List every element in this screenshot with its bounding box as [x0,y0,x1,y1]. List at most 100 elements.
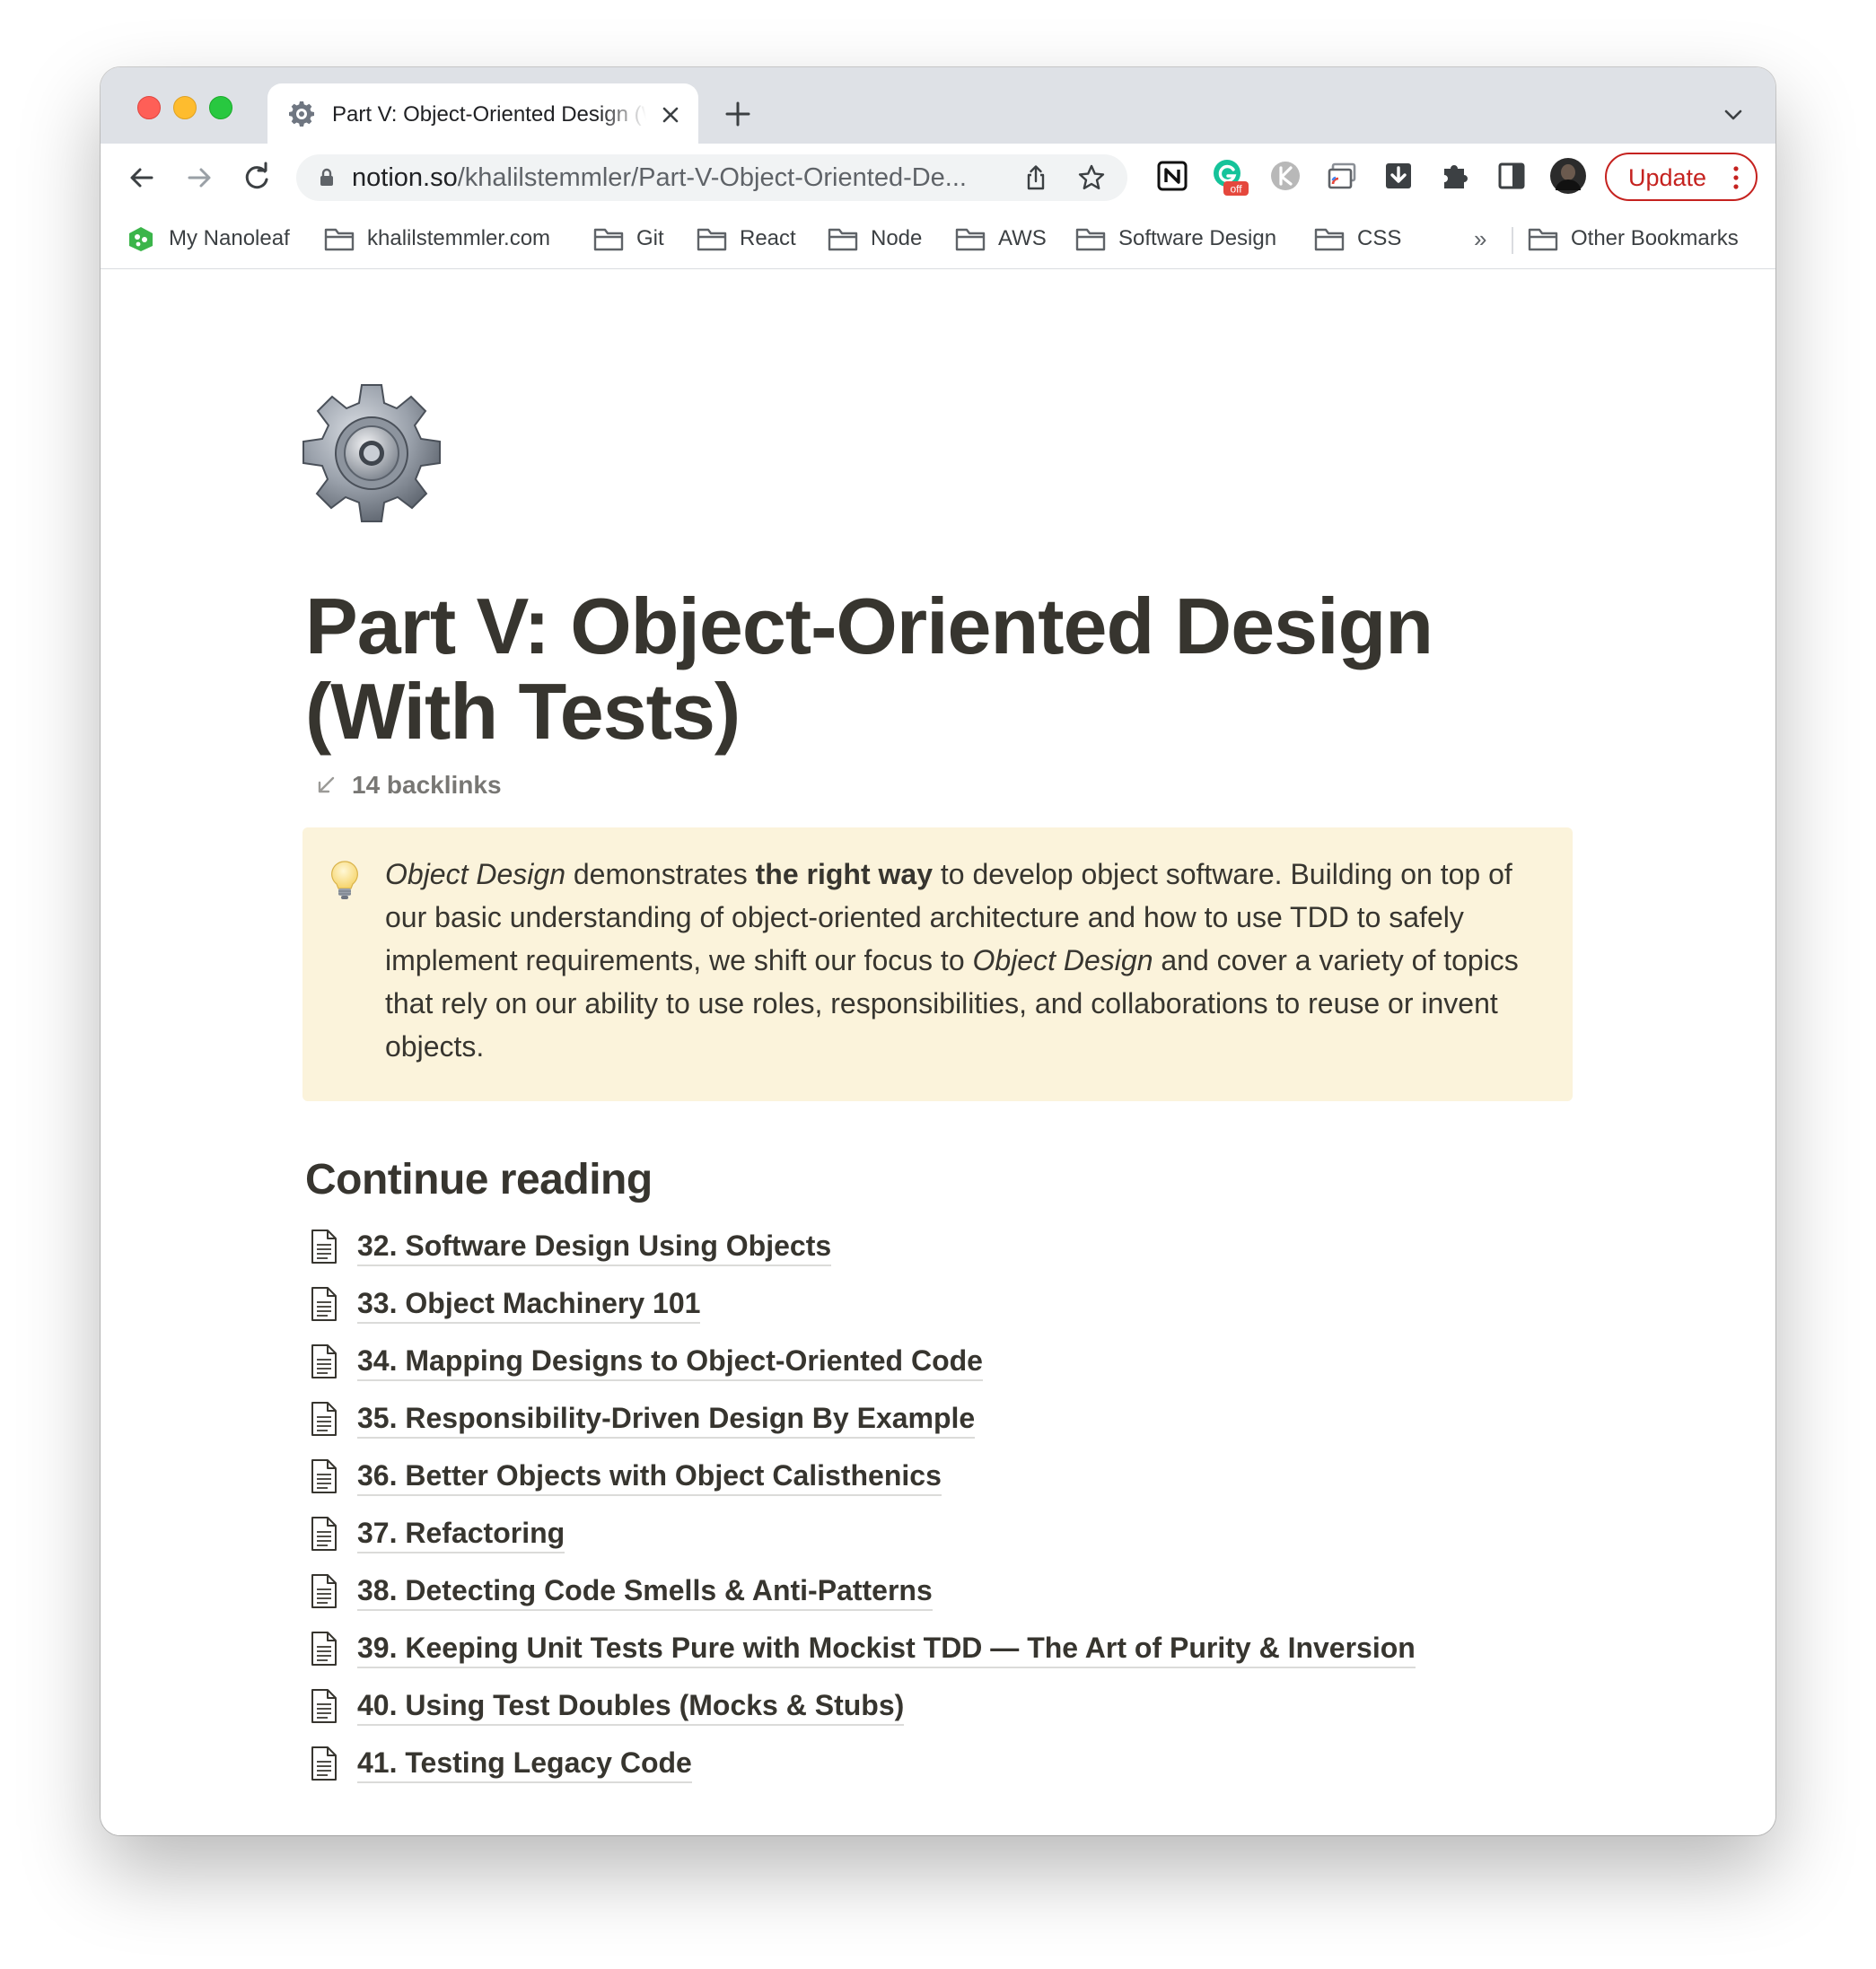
page-link-label: 39. Keeping Unit Tests Pure with Mockist… [357,1630,1416,1668]
page-icon [311,1344,337,1378]
bookmark-label: Node [871,226,923,250]
chevron-down-icon[interactable] [1720,101,1747,128]
sidepanel-icon[interactable] [1492,156,1531,196]
page-link-label: 41. Testing Legacy Code [357,1745,692,1783]
page-link[interactable]: 35. Responsibility-Driven Design By Exam… [309,1390,1655,1448]
page-link[interactable]: 37. Refactoring [309,1505,1655,1562]
page-icon [311,1574,337,1608]
bookmark-folder[interactable]: React [697,223,796,254]
address-bar[interactable]: notion.so/khalilstemmler/Part-V-Object-O… [296,154,1127,201]
forward-arrow-icon[interactable] [181,160,217,196]
bookmark-label: AWS [998,226,1047,250]
arrow-down-left-icon [318,776,335,793]
puzzle-icon[interactable] [1435,156,1475,196]
close-window-button[interactable] [137,96,161,119]
bookmark-folder[interactable]: AWS [955,223,1047,254]
page-icon [311,1689,337,1723]
url-domain: notion.so [352,163,458,192]
folder-icon [1075,228,1106,251]
other-bookmarks-folder[interactable]: Other Bookmarks [1528,223,1739,254]
notion-icon[interactable] [1153,156,1192,196]
update-label: Update [1628,164,1707,191]
grammarly-badge: off [1230,183,1242,196]
page-link[interactable]: 41. Testing Legacy Code [309,1735,1655,1792]
page-link-label: 40. Using Test Doubles (Mocks & Stubs) [357,1687,905,1726]
bookmarks-bar: My Nanoleaf khalilstemmler.com Git React… [101,211,1775,269]
minimize-window-button[interactable] [173,96,197,119]
bookmark-folder[interactable]: CSS [1314,223,1401,254]
bookmark-folder[interactable]: khalilstemmler.com [324,223,550,254]
update-button[interactable]: Update [1605,153,1758,201]
folder-icon [1528,228,1558,251]
new-tab-icon[interactable] [722,98,754,130]
bookmark-label: React [740,226,796,250]
folder-icon [697,228,727,251]
page-icon [311,1287,337,1321]
cast-icon[interactable] [1322,156,1362,196]
profile-avatar[interactable] [1548,156,1588,196]
page-link[interactable]: 32. Software Design Using Objects [309,1218,1655,1275]
grammarly-icon[interactable]: off [1209,156,1249,196]
page-link-label: 38. Detecting Code Smells & Anti-Pattern… [357,1572,933,1611]
bookmarks-divider [1512,227,1513,254]
page-link[interactable]: 39. Keeping Unit Tests Pure with Mockist… [309,1620,1655,1677]
lock-icon[interactable] [316,167,338,188]
page-title[interactable]: Part V: Object-Oriented Design (With Tes… [305,583,1607,754]
backlinks-button[interactable]: 14 backlinks [314,767,502,803]
lightbulb-icon[interactable] [329,860,360,901]
bookmark-label: CSS [1357,226,1402,250]
bookmark-label: Git [636,226,664,250]
notion-page: Part V: Object-Oriented Design (With Tes… [101,269,1775,1835]
bookmark-folder[interactable]: Software Design [1075,223,1276,254]
bookmark-label: Software Design [1118,226,1277,250]
bookmark-star-icon[interactable] [1077,163,1106,192]
page-links-list: 32. Software Design Using Objects 33. Ob… [309,1218,1655,1792]
page-icon [311,1402,337,1436]
page-link-label: 36. Better Objects with Object Calisthen… [357,1457,942,1496]
callout-emphasis: Object Design [972,944,1153,976]
nanoleaf-icon [129,227,153,251]
page-icon [311,1632,337,1666]
bookmark-label: My Nanoleaf [169,226,290,250]
callout-block: Object Design demonstrates the right way… [302,827,1573,1101]
k-extension-icon[interactable] [1266,156,1305,196]
bookmark-folder[interactable]: Node [828,223,922,254]
active-tab[interactable]: Part V: Object-Oriented Design (With Tes… [267,83,698,144]
page-link[interactable]: 36. Better Objects with Object Calisthen… [309,1448,1655,1505]
reload-icon[interactable] [239,160,275,196]
gear-icon [289,101,314,127]
page-icon [311,1746,337,1781]
bookmark-item[interactable]: My Nanoleaf [126,223,290,254]
more-bookmarks-button[interactable]: » [1474,223,1486,254]
page-link-label: 33. Object Machinery 101 [357,1285,701,1324]
back-arrow-icon[interactable] [124,160,160,196]
section-heading[interactable]: Continue reading [305,1153,653,1207]
page-icon [311,1230,337,1264]
gear-icon[interactable] [300,381,443,525]
bookmark-folder[interactable]: Git [593,223,664,254]
folder-icon [1314,228,1345,251]
folder-icon [955,228,986,251]
page-link-label: 32. Software Design Using Objects [357,1228,832,1266]
url-text[interactable]: notion.so/khalilstemmler/Part-V-Object-O… [352,162,998,193]
callout-text[interactable]: Object Design demonstrates the right way… [385,853,1552,1068]
page-link[interactable]: 38. Detecting Code Smells & Anti-Pattern… [309,1562,1655,1620]
page-link[interactable]: 34. Mapping Designs to Object-Oriented C… [309,1333,1655,1390]
download-icon[interactable] [1379,156,1418,196]
folder-icon [324,228,355,251]
zoom-window-button[interactable] [209,96,232,119]
close-tab-icon[interactable] [657,101,684,128]
share-icon[interactable] [1021,163,1050,192]
callout-emphasis: Object Design [385,858,565,890]
toolbar: notion.so/khalilstemmler/Part-V-Object-O… [101,144,1775,211]
url-path: /khalilstemmler/Part-V-Object-Oriented-D… [457,163,967,192]
bookmark-label: Other Bookmarks [1571,226,1739,250]
page-link-label: 34. Mapping Designs to Object-Oriented C… [357,1343,983,1381]
page-link-label: 37. Refactoring [357,1515,565,1553]
page-icon [311,1459,337,1493]
tab-title: Part V: Object-Oriented Design (With Tes… [332,102,646,127]
page-link[interactable]: 33. Object Machinery 101 [309,1275,1655,1333]
page-link[interactable]: 40. Using Test Doubles (Mocks & Stubs) [309,1677,1655,1735]
backlinks-label: 14 backlinks [352,771,502,799]
tab-strip: Part V: Object-Oriented Design (With Tes… [101,67,1775,144]
